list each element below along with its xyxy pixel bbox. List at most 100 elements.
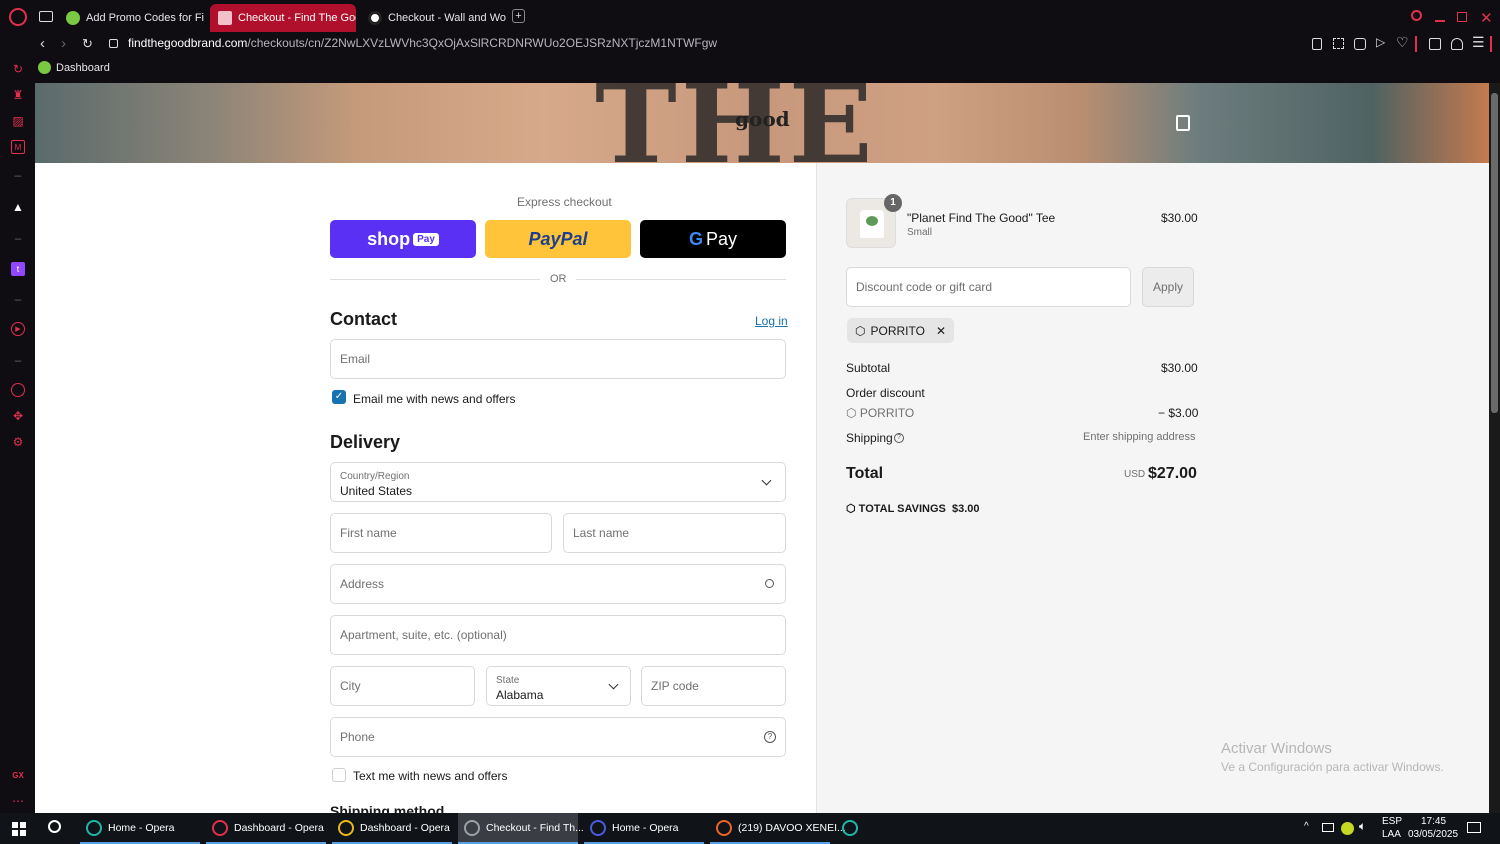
email-news-checkbox[interactable]: ✓ [332,390,346,404]
more-icon[interactable]: ⋯ [11,794,25,808]
notifications-icon[interactable] [1467,822,1481,833]
language-code[interactable]: ESP [1382,816,1402,827]
tab-checkout-wall-and-won[interactable]: Checkout - Wall and Won [360,4,506,32]
activate-windows-title: Activar Windows [1221,740,1332,757]
tab-add-promo-codes[interactable]: Add Promo Codes for Find [58,4,204,32]
snapshot-icon[interactable] [1333,38,1344,49]
scrollbar[interactable] [1489,83,1500,813]
remove-discount-icon[interactable]: ✕ [936,324,946,338]
tag-icon: ⬡ [846,503,859,515]
shopping-bag-icon[interactable] [1176,115,1190,131]
shop-pay-button[interactable]: shop Pay [330,220,476,258]
discount-code-field[interactable]: Discount code or gift card [846,267,1131,307]
minimize-button[interactable] [1435,20,1445,22]
chevron-down-icon [761,475,772,486]
phone-placeholder: Phone [340,730,375,744]
taskbar-item-dashboard-opera[interactable]: Dashboard - Opera [206,813,326,844]
address-field[interactable]: Address [330,564,786,604]
tab-favicon-icon [66,11,80,25]
bookmark-dashboard[interactable]: Dashboard [38,61,110,74]
close-window-button[interactable]: ✕ [1480,9,1493,27]
search-tabs-icon[interactable] [1411,10,1422,21]
taskbar-item-home-opera[interactable]: Home - Opera [80,813,200,844]
apartment-placeholder: Apartment, suite, etc. (optional) [340,628,507,642]
tab-checkout-find-the-good[interactable]: Checkout - Find The Goo [210,4,356,32]
history-icon[interactable] [11,383,25,397]
volume-icon[interactable]: 🔈︎ [1359,819,1366,834]
twitch-icon[interactable]: t [11,262,25,276]
applied-code: PORRITO [870,323,925,338]
tab-title: Add Promo Codes for Find [86,12,204,24]
divider [330,279,540,280]
taskbar-item-dashboard-opera-2[interactable]: Dashboard - Opera [332,813,452,844]
gx-corner-icon[interactable]: ♜ [11,88,25,102]
help-icon[interactable]: ? [764,731,776,743]
menu-icon[interactable]: ☰ [1472,34,1485,51]
planet-print-icon [866,216,878,226]
shipping-label: Shipping [846,431,893,445]
lock-icon [109,39,118,48]
tray-chevron-up-icon[interactable]: ^ [1304,821,1309,832]
windows-start-icon[interactable] [12,822,26,836]
city-field[interactable]: City [330,666,475,706]
account-icon[interactable] [1451,38,1463,50]
gx-icon[interactable]: GX [11,768,25,782]
keyboard-layout[interactable]: LAA [1382,829,1401,840]
phone-field[interactable]: Phone ? [330,717,786,757]
windows-taskbar: Home - Opera Dashboard - Opera Dashboard… [0,813,1500,844]
extensions-sidebar-icon[interactable]: ✥ [11,409,25,423]
opera-pinned-icon[interactable] [842,820,858,836]
play-icon[interactable]: ▷ [1376,35,1385,49]
text-news-checkbox[interactable] [332,768,346,782]
aria-ai-icon[interactable]: ▲ [11,200,25,214]
player-icon[interactable]: ▶ [11,322,25,336]
dashboard-favicon-icon [38,61,51,74]
apply-label: Apply [1152,280,1184,294]
settings-icon[interactable]: ⚙ [11,435,25,449]
email-field[interactable]: Email [330,339,786,379]
first-name-field[interactable]: First name [330,513,552,553]
clock-date[interactable]: 03/05/2025 [1408,829,1458,840]
search-icon[interactable] [48,820,61,833]
bookmarks-bar: Dashboard [0,56,1500,83]
extensions-icon[interactable] [1429,38,1441,50]
state-select[interactable]: State Alabama [486,666,631,706]
zip-field[interactable]: ZIP code [641,666,786,706]
search-icon [765,579,774,588]
taskbar-item-youtube[interactable]: (219) DAVOO XENEI... [710,813,846,844]
forward-icon[interactable]: › [61,35,66,52]
shop-pay-badge: Pay [413,232,439,246]
opera-icon [590,819,606,836]
taskbar-item-home-opera-2[interactable]: Home - Opera [584,813,704,844]
workspaces-icon[interactable] [39,11,53,22]
new-tab-button[interactable]: + [512,9,525,23]
back-icon[interactable]: ‹ [40,35,45,52]
app-tray-icon[interactable] [1341,822,1354,835]
store-logo[interactable]: good [735,107,790,131]
heart-icon[interactable]: ♡ [1396,34,1409,51]
google-pay-button[interactable]: G Pay [640,220,786,258]
opera-logo-icon[interactable] [9,8,27,26]
login-link[interactable]: Log in [755,314,788,328]
browser-tab-bar: Add Promo Codes for Find Checkout - Find… [0,0,1500,34]
restore-button[interactable] [1457,12,1467,22]
aria-icon[interactable]: ↻ [11,62,25,76]
clock-time[interactable]: 17:45 [1421,816,1446,827]
apartment-field[interactable]: Apartment, suite, etc. (optional) [330,615,786,655]
country-select[interactable]: Country/Region United States [330,462,786,502]
pin-icon[interactable] [1312,38,1322,50]
last-name-field[interactable]: Last name [563,513,786,553]
reload-icon[interactable]: ↻ [82,36,93,52]
paypal-button[interactable]: PayPal [485,220,631,258]
apply-button[interactable]: Apply [1142,267,1194,307]
scrollbar-thumb[interactable] [1491,93,1498,413]
discount-value: − $3.00 [1158,406,1199,420]
activate-windows-subtitle: Ve a Configuración para activar Windows. [1221,760,1444,774]
news-icon[interactable]: ▨ [11,114,25,128]
taskbar-item-checkout[interactable]: Checkout - Find Th... [458,813,584,844]
adblock-icon[interactable] [1354,38,1366,50]
gmail-icon[interactable]: M [11,140,25,154]
shipping-help-icon[interactable]: ? [894,433,904,443]
url-field[interactable]: findthegoodbrand.com/checkouts/cn/Z2NwLX… [128,36,717,50]
network-icon[interactable] [1322,823,1334,832]
